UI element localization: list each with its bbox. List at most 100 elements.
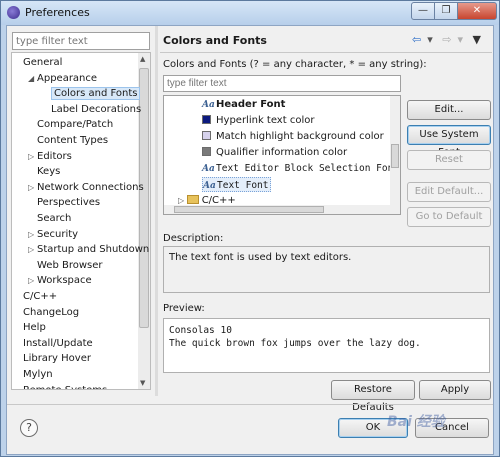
tree-item-label: General <box>23 57 63 68</box>
color-font-item[interactable]: AaText Editor Block Selection Font <box>202 161 399 176</box>
tree-item[interactable]: ▷ Editors <box>28 149 72 164</box>
collapsed-arrow-icon[interactable]: ▷ <box>28 242 37 257</box>
collapsed-arrow-icon[interactable]: ▷ <box>28 149 37 164</box>
go-to-default-button[interactable]: Go to Default <box>407 207 491 227</box>
edit-button[interactable]: Edit... <box>407 100 491 120</box>
list-vscrollbar[interactable] <box>390 96 400 214</box>
splitter-sash[interactable] <box>155 26 158 396</box>
color-font-item-label: Header Font <box>216 99 286 110</box>
preview-label: Preview: <box>163 303 205 314</box>
color-swatch-icon <box>202 147 211 156</box>
tree-item[interactable]: Help <box>14 320 46 335</box>
close-button[interactable]: ✕ <box>457 2 497 20</box>
eclipse-icon <box>7 6 20 19</box>
tree-item[interactable]: Keys <box>28 164 60 179</box>
tree-item[interactable]: ▷ Startup and Shutdown <box>28 242 149 257</box>
use-system-font-button[interactable]: Use System Font <box>407 125 491 158</box>
font-icon: Aa <box>202 164 215 174</box>
view-menu-icon[interactable]: ▼ <box>473 33 481 46</box>
tree-item[interactable]: Colors and Fonts <box>42 86 141 101</box>
tree-item-label: Perspectives <box>37 197 101 209</box>
edit-default-button[interactable]: Edit Default... <box>407 182 491 202</box>
preference-tree: ▲ ▼ General ◢ Appearance Colors and Fonts La… <box>11 52 151 390</box>
preferences-window: Preferences — ❐ ✕ ▲ ▼ General ◢Appearance… <box>0 0 500 457</box>
list-vscroll-thumb[interactable] <box>391 144 399 168</box>
description-text: The text font is used by text editors. <box>163 246 490 293</box>
back-arrow-icon[interactable]: ⇦ <box>412 33 421 46</box>
tree-item[interactable]: General <box>14 55 62 70</box>
watermark: Bai 经验 <box>387 414 445 430</box>
preview-box: Consolas 10 The quick brown fox jumps ov… <box>163 318 490 373</box>
tree-item-label: Editors <box>37 150 72 162</box>
tree-item-label: Label Decorations <box>51 103 142 115</box>
apply-button[interactable]: Apply <box>419 380 491 400</box>
forward-arrow-icon[interactable]: ⇨ <box>442 33 451 46</box>
font-icon: Aa <box>203 181 216 191</box>
color-swatch-icon <box>202 115 211 124</box>
title-bar[interactable]: Preferences — ❐ ✕ <box>1 1 499 25</box>
scroll-down-icon[interactable]: ▼ <box>140 379 145 387</box>
tree-item[interactable]: Search <box>28 211 71 226</box>
tree-item-label: Library Hover <box>23 353 91 365</box>
collapsed-arrow-icon[interactable]: ▷ <box>28 227 37 242</box>
collapsed-arrow-icon[interactable]: ▷ <box>28 273 37 288</box>
tree-filter-input[interactable] <box>12 32 150 50</box>
color-font-item[interactable]: Match highlight background color <box>202 129 384 144</box>
list-hscroll-thumb[interactable] <box>174 206 324 213</box>
dialog-body: ▲ ▼ General◢AppearanceColors and FontsLa… <box>6 25 494 455</box>
color-font-item-label: Hyperlink text color <box>216 115 315 126</box>
tree-item[interactable]: ChangeLog <box>14 305 79 320</box>
tree-item-label: Remote Systems <box>23 385 107 389</box>
tree-item[interactable]: ▷ Security <box>28 227 78 242</box>
tree-item[interactable]: ◢ Appearance <box>28 71 97 86</box>
tree-item-label: Mylyn <box>23 369 53 380</box>
tree-item[interactable]: Install/Update <box>14 336 93 351</box>
tree-item-label: Content Types <box>37 135 109 146</box>
collapsed-arrow-icon[interactable]: ▷ <box>178 196 187 205</box>
restore-defaults-button[interactable]: Restore Defaults <box>331 380 415 413</box>
tree-item[interactable]: Mylyn <box>14 367 53 382</box>
scroll-up-icon[interactable]: ▲ <box>140 55 145 63</box>
color-font-item[interactable]: Hyperlink text color <box>202 113 314 128</box>
color-font-item-label: Qualifier information color <box>216 147 348 158</box>
tree-item[interactable]: ▷ Network Connections <box>28 180 144 195</box>
help-icon[interactable]: ? <box>20 419 38 437</box>
tree-item-label: Install/Update <box>23 337 93 349</box>
tree-item[interactable]: Remote Systems <box>14 383 107 389</box>
tree-item-label: Compare/Patch <box>37 119 114 131</box>
tree-item[interactable]: Web Browser <box>28 258 103 273</box>
tree-item-label: Network Connections <box>37 181 144 193</box>
tree-item[interactable]: Content Types <box>28 133 108 148</box>
expanded-arrow-icon[interactable]: ◢ <box>28 71 37 86</box>
footer-divider <box>7 404 493 405</box>
font-icon: Aa <box>202 100 215 110</box>
back-menu-icon[interactable]: ▾ <box>427 33 433 46</box>
minimize-button[interactable]: — <box>411 2 435 20</box>
title-divider <box>160 52 492 53</box>
tree-item[interactable]: Label Decorations <box>42 102 141 117</box>
color-swatch-icon <box>202 131 211 140</box>
page-title: Colors and Fonts <box>163 34 267 47</box>
reset-button[interactable]: Reset <box>407 150 491 170</box>
list-hscrollbar[interactable] <box>164 205 392 214</box>
tree-item[interactable]: C/C++ <box>14 289 57 304</box>
forward-menu-icon[interactable]: ▾ <box>457 33 463 46</box>
folder-icon <box>186 195 199 204</box>
color-font-item[interactable]: Qualifier information color <box>202 145 347 160</box>
tree-item[interactable]: Compare/Patch <box>28 117 113 132</box>
collapsed-arrow-icon[interactable]: ▷ <box>28 180 37 195</box>
color-font-item-label: Match highlight background color <box>216 131 384 142</box>
colors-fonts-tree: ▷ CVS▷ C/C++AaText FontAaText Editor Blo… <box>163 95 401 215</box>
tree-item-label: Appearance <box>37 72 98 84</box>
color-font-item[interactable]: AaHeader Font <box>202 97 285 112</box>
tree-item[interactable]: Perspectives <box>28 195 100 210</box>
color-font-item[interactable]: AaText Font <box>202 177 272 192</box>
maximize-button[interactable]: ❐ <box>434 2 458 20</box>
tree-item[interactable]: Library Hover <box>14 351 91 366</box>
tree-item-label: ChangeLog <box>23 306 80 318</box>
tree-item[interactable]: ▷ Workspace <box>28 273 92 288</box>
color-filter-input[interactable] <box>163 75 401 92</box>
tree-item-label: C/C++ <box>23 291 58 302</box>
tree-item-label: Help <box>23 322 46 334</box>
tree-item-label: Security <box>37 228 79 240</box>
